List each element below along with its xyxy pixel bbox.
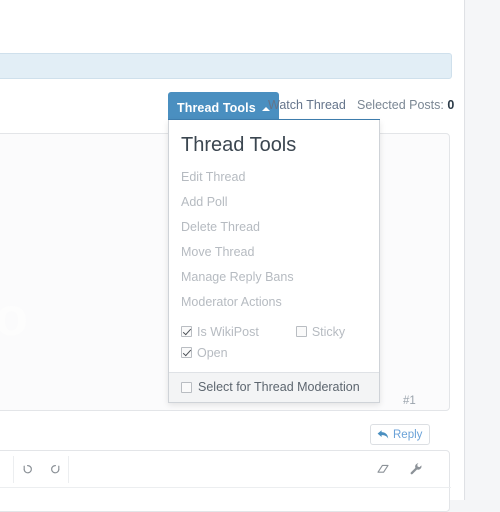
checkbox-is-wikipost[interactable]: Is WikiPost <box>181 325 259 339</box>
reply-label: Reply <box>393 429 422 441</box>
checkbox-sticky-box[interactable] <box>296 326 307 337</box>
dropdown-title: Thread Tools <box>169 120 379 165</box>
background-watermark: ro <box>0 290 27 344</box>
menu-item-move-thread[interactable]: Move Thread <box>169 240 379 265</box>
page-gutter <box>466 0 500 500</box>
checkbox-open[interactable]: Open <box>181 346 228 360</box>
editor-history-group <box>13 456 69 483</box>
eraser-icon <box>376 462 390 476</box>
content-column: ro #1 Reply Thread Tools Watch Thread Se… <box>0 0 465 500</box>
thread-tools-dropdown: Thread Tools Edit Thread Add Poll Delete… <box>168 120 380 403</box>
undo-icon <box>21 462 35 476</box>
eraser-button[interactable] <box>369 456 396 483</box>
watch-thread-link[interactable]: Watch Thread <box>268 98 346 112</box>
checkbox-row-1: Is WikiPost Sticky <box>181 321 379 342</box>
selected-posts-status: Selected Posts: 0 <box>357 98 454 112</box>
selected-posts-label: Selected Posts: <box>357 98 444 112</box>
menu-item-edit-thread[interactable]: Edit Thread <box>169 165 379 190</box>
selected-posts-count: 0 <box>447 98 454 112</box>
checkbox-row-2: Open <box>181 342 379 363</box>
reply-button[interactable]: Reply <box>370 424 430 445</box>
checkbox-open-label: Open <box>197 346 228 360</box>
wrench-button[interactable] <box>402 456 429 483</box>
tab-thread-tools-label: Thread Tools <box>177 101 256 115</box>
reply-arrow-icon <box>377 429 389 440</box>
post-editor-card <box>0 450 450 512</box>
tab-thread-tools[interactable]: Thread Tools <box>168 92 279 119</box>
wrench-icon <box>409 462 423 476</box>
menu-item-add-poll[interactable]: Add Poll <box>169 190 379 215</box>
checkbox-select-for-thread-moderation-label: Select for Thread Moderation <box>198 380 360 394</box>
checkbox-sticky-label: Sticky <box>312 325 345 339</box>
checkbox-select-for-thread-moderation-box[interactable] <box>181 382 192 393</box>
info-notice-bar <box>0 53 452 79</box>
menu-item-delete-thread[interactable]: Delete Thread <box>169 215 379 240</box>
checkbox-open-box[interactable] <box>181 347 192 358</box>
checkbox-is-wikipost-label: Is WikiPost <box>197 325 259 339</box>
undo-button[interactable] <box>14 456 41 483</box>
checkbox-sticky[interactable]: Sticky <box>296 325 345 339</box>
checkbox-select-for-thread-moderation[interactable]: Select for Thread Moderation <box>169 372 379 402</box>
menu-item-moderator-actions[interactable]: Moderator Actions <box>169 290 379 315</box>
checkbox-is-wikipost-box[interactable] <box>181 326 192 337</box>
menu-item-manage-reply-bans[interactable]: Manage Reply Bans <box>169 265 379 290</box>
dropdown-checkbox-group: Is WikiPost Sticky Open <box>169 315 379 372</box>
redo-icon <box>48 462 62 476</box>
page-root: ro #1 Reply Thread Tools Watch Thread Se… <box>0 0 500 500</box>
redo-button[interactable] <box>41 456 68 483</box>
post-number: #1 <box>403 395 416 407</box>
editor-toolbar <box>0 451 451 488</box>
